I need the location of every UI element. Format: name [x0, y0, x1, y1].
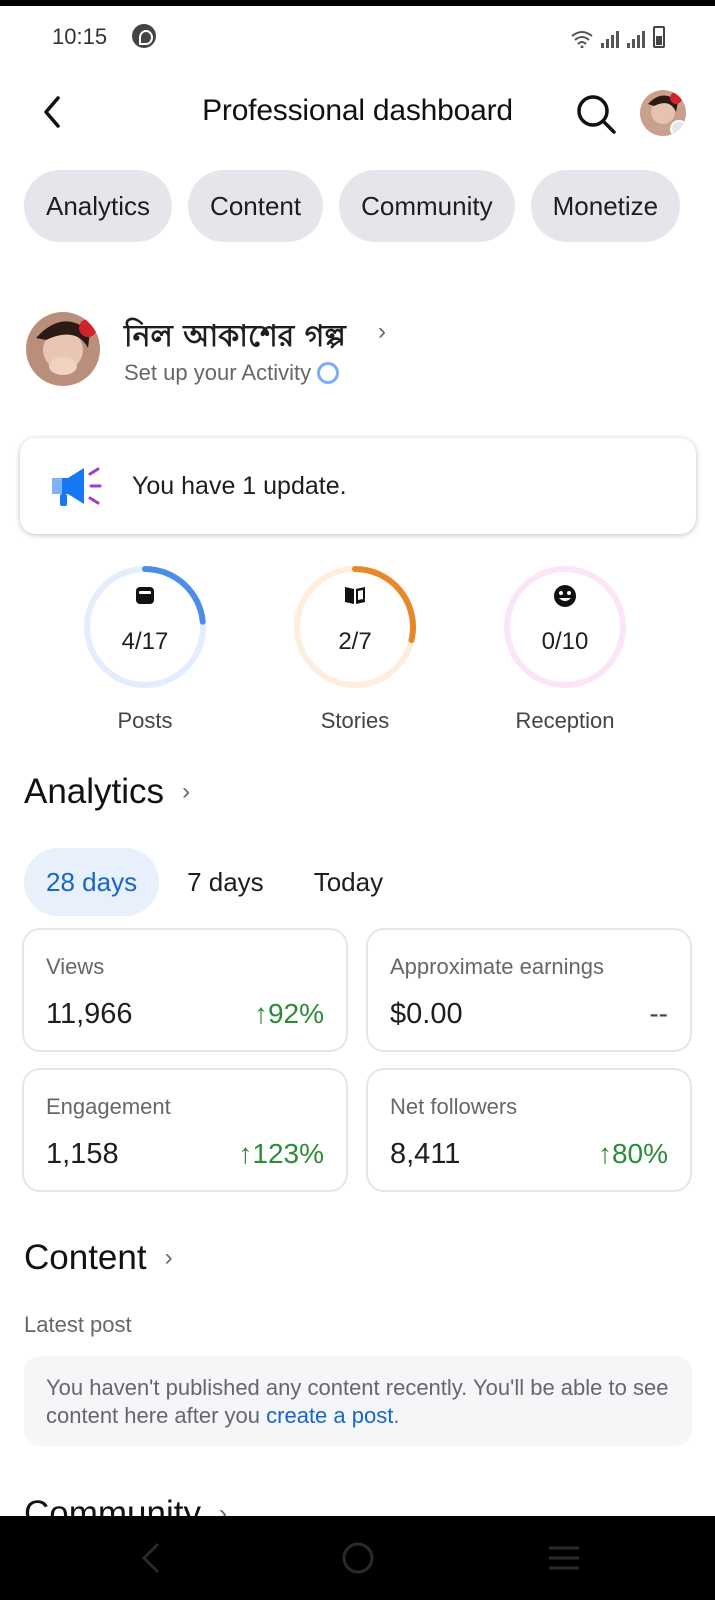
range-7-days[interactable]: 7 days [165, 848, 286, 916]
earnings-value: $0.00 [390, 998, 463, 1030]
status-bar: 10:15 [0, 6, 715, 70]
chevron-right-icon: › [378, 318, 386, 345]
progress-ring-icon [317, 362, 340, 384]
update-banner[interactable]: You have 1 update. [20, 438, 696, 534]
tab-content[interactable]: Content [188, 170, 324, 242]
chevron-down-icon [670, 120, 686, 136]
chevron-right-icon: › [182, 778, 191, 805]
page-avatar [26, 312, 100, 386]
empty-content-end: . [393, 1403, 400, 1428]
create-post-link[interactable]: create a post [266, 1403, 393, 1428]
signal-1-icon [601, 30, 619, 48]
engagement-delta: ↑123% [238, 1138, 324, 1169]
top-bar: Professional dashboard [0, 76, 715, 146]
stories-progress-ring [294, 566, 416, 688]
net-followers-card[interactable]: Net followers 8,411 ↑80% [366, 1068, 692, 1192]
smiley-icon [554, 585, 576, 607]
analytics-heading[interactable]: Analytics › [24, 772, 190, 812]
wifi-icon [571, 31, 593, 48]
profile-avatar-button[interactable] [640, 90, 686, 136]
posts-value: 4/17 [121, 628, 169, 655]
calendar-icon [136, 587, 154, 604]
reception-value: 0/10 [541, 628, 589, 655]
goal-stories[interactable]: 2/7 Stories [290, 562, 420, 733]
battery-icon [653, 26, 665, 48]
views-label: Views [46, 954, 105, 979]
goal-reception[interactable]: 0/10 Reception [500, 562, 630, 733]
megaphone-icon [52, 467, 102, 506]
views-card[interactable]: Views 11,966 ↑92% [22, 928, 348, 1052]
content-title: Content [24, 1238, 147, 1277]
community-title: Community [24, 1494, 201, 1516]
analytics-title: Analytics [24, 772, 165, 811]
stories-value: 2/7 [338, 628, 372, 655]
activity-setup-link[interactable]: Set up your Activity [124, 360, 340, 386]
earnings-card[interactable]: Approximate earnings $0.00 -- [366, 928, 692, 1052]
net-followers-value: 8,411 [390, 1138, 461, 1170]
stories-label: Stories [320, 708, 390, 733]
empty-content-notice: You haven't published any content recent… [24, 1356, 692, 1446]
community-heading[interactable]: Community › [24, 1494, 227, 1516]
activity-setup-label: Set up your Activity [124, 360, 312, 385]
nav-recents-icon[interactable] [544, 1538, 584, 1578]
search-icon[interactable] [574, 92, 618, 136]
posts-label: Posts [117, 708, 173, 733]
range-28-days[interactable]: 28 days [24, 848, 160, 916]
engagement-label: Engagement [46, 1094, 171, 1119]
status-time: 10:15 [52, 24, 108, 49]
chevron-right-icon: › [218, 1500, 227, 1516]
earnings-label: Approximate earnings [390, 954, 605, 979]
reception-progress-ring [504, 566, 626, 688]
profile-row[interactable]: নিল আকাশের গল্প › Set up your Activity [26, 312, 706, 392]
nav-back-icon[interactable] [132, 1538, 172, 1578]
net-followers-label: Net followers [390, 1094, 518, 1119]
page-name[interactable]: নিল আকাশের গল্প [124, 312, 346, 363]
signal-2-icon [627, 30, 645, 48]
latest-post-label: Latest post [24, 1312, 132, 1337]
messenger-notification-icon [132, 24, 156, 48]
views-value: 11,966 [46, 998, 133, 1030]
engagement-value: 1,158 [46, 1138, 119, 1170]
section-tabs: Analytics Content Community Monetize [24, 170, 681, 242]
content-heading[interactable]: Content › [24, 1238, 173, 1278]
earnings-delta: -- [649, 998, 668, 1029]
nav-home-icon[interactable] [338, 1538, 378, 1578]
tab-monetize[interactable]: Monetize [530, 170, 681, 242]
status-icons [571, 26, 665, 48]
screen: 10:15 Professional dashboard Analytics C… [0, 6, 715, 1516]
book-icon [345, 587, 365, 604]
goal-posts[interactable]: 4/17 Posts [80, 562, 210, 733]
system-nav-bar [0, 1516, 715, 1600]
date-range-selector: 28 days 7 days Today [24, 848, 405, 916]
tab-community[interactable]: Community [339, 170, 515, 242]
net-followers-delta: ↑80% [597, 1138, 668, 1169]
posts-progress-ring [84, 566, 206, 688]
views-delta: ↑92% [253, 998, 324, 1029]
range-today[interactable]: Today [292, 848, 405, 916]
engagement-card[interactable]: Engagement 1,158 ↑123% [22, 1068, 348, 1192]
goal-rings: 4/17 Posts 2/7 Stories 0/10 Reception [0, 562, 715, 742]
tab-analytics[interactable]: Analytics [24, 170, 173, 242]
chevron-right-icon: › [164, 1244, 173, 1271]
reception-label: Reception [515, 708, 615, 733]
update-text: You have 1 update. [132, 472, 347, 500]
